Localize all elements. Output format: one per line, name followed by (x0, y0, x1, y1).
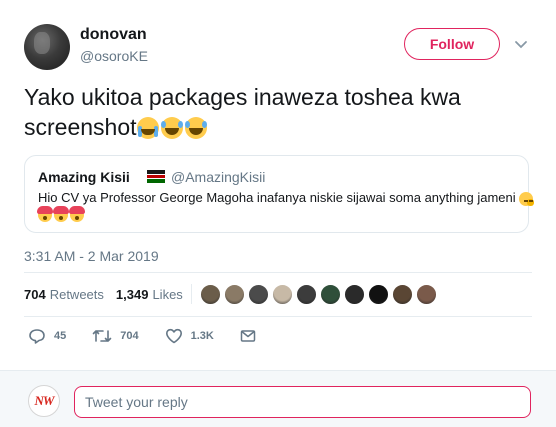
quoted-emoji-group (37, 206, 85, 222)
tweet-actions: 45 704 1.3K (28, 328, 282, 344)
likes-label: Likes (152, 286, 183, 302)
face-with-tears-of-joy-icon (160, 117, 183, 139)
retweet-count: 704 (120, 330, 139, 342)
chevron-down-icon[interactable] (513, 36, 529, 52)
engagement-stats: 704 Retweets 1,349 Likes (24, 280, 437, 308)
liker-avatar[interactable] (271, 283, 293, 305)
reply-button[interactable]: 45 (28, 328, 66, 344)
divider (24, 272, 532, 273)
liker-avatar[interactable] (319, 283, 341, 305)
liker-avatar[interactable] (295, 283, 317, 305)
author-display-name[interactable]: donovan (80, 26, 147, 44)
heart-icon (165, 328, 182, 344)
stats-separator (190, 284, 192, 304)
loudly-crying-face-icon (136, 117, 159, 139)
exploding-head-icon (37, 206, 53, 222)
author-handle[interactable]: @osoroKE (80, 48, 148, 64)
face-with-tears-of-joy-icon (184, 117, 207, 139)
quoted-tweet-text-content: Hio CV ya Professor George Magoha inafan… (38, 190, 516, 205)
quoted-tweet-text: Hio CV ya Professor George Magoha inafan… (38, 190, 535, 206)
retweet-button[interactable]: 704 (92, 328, 139, 344)
likes-stat[interactable]: 1,349 Likes (116, 287, 183, 302)
retweets-count: 704 (24, 286, 46, 302)
envelope-icon (240, 330, 256, 342)
direct-message-button[interactable] (240, 329, 256, 343)
exploding-head-icon (69, 206, 85, 222)
liker-avatar[interactable] (391, 283, 413, 305)
tweet-card: donovan @osoroKE Follow Yako ukitoa pack… (0, 0, 556, 370)
tweet-timestamp[interactable]: 3:31 AM - 2 Mar 2019 (24, 248, 159, 264)
liker-avatar[interactable] (367, 283, 389, 305)
retweets-label: Retweets (49, 286, 104, 302)
liker-avatars[interactable] (199, 283, 437, 305)
retweets-stat[interactable]: 704 Retweets (24, 287, 104, 302)
liker-avatar[interactable] (247, 283, 269, 305)
tweet-text: Yako ukitoa packages inaweza toshea kwa … (24, 82, 536, 142)
reply-count: 45 (54, 330, 67, 342)
tweet-text-content: Yako ukitoa packages inaweza toshea kwa … (24, 84, 461, 140)
kenya-flag-icon (147, 170, 165, 183)
author-avatar[interactable] (24, 24, 70, 70)
face-with-hand-over-mouth-icon (519, 191, 535, 206)
divider (24, 316, 532, 317)
retweet-icon (92, 330, 112, 342)
like-count: 1.3K (190, 330, 214, 342)
liker-avatar[interactable] (223, 283, 245, 305)
tweet-emoji-group (136, 117, 207, 139)
reply-icon (29, 329, 45, 344)
like-button[interactable]: 1.3K (165, 328, 214, 344)
quoted-author-name: Amazing Kisii (38, 169, 130, 185)
quoted-author-handle: @AmazingKisii (171, 169, 266, 185)
liker-avatar[interactable] (415, 283, 437, 305)
liker-avatar[interactable] (343, 283, 365, 305)
exploding-head-icon (53, 206, 69, 222)
liker-avatar[interactable] (199, 283, 221, 305)
reply-input[interactable]: Tweet your reply (74, 386, 531, 418)
user-avatar[interactable]: NW (28, 385, 60, 417)
reply-composer: NW Tweet your reply (0, 370, 556, 427)
quoted-tweet[interactable]: Amazing Kisii @AmazingKisii Hio CV ya Pr… (24, 155, 535, 233)
follow-button[interactable]: Follow (404, 28, 500, 60)
user-avatar-logo: NW (34, 393, 55, 408)
likes-count: 1,349 (115, 286, 149, 302)
